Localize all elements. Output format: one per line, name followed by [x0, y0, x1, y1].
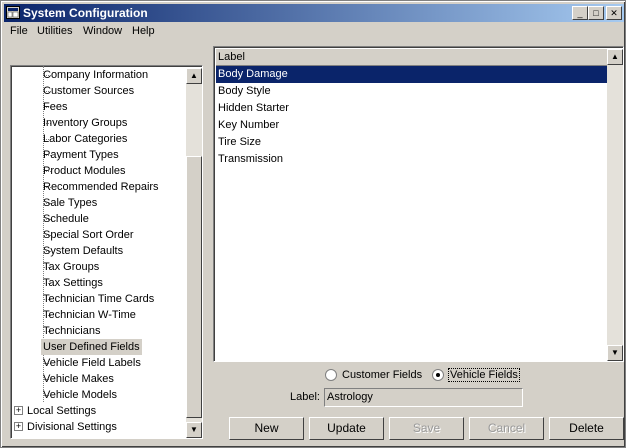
tree-item[interactable]: Labor Categories — [41, 131, 129, 147]
label-caption: Label: — [290, 391, 320, 403]
list-row[interactable]: Tire Size — [216, 134, 607, 151]
cancel-button[interactable]: Cancel — [469, 417, 544, 440]
customer-fields-radio[interactable] — [325, 369, 337, 381]
tree-item[interactable]: Technician W-Time — [41, 307, 138, 323]
menu-utilities[interactable]: Utilities — [37, 25, 72, 37]
new-button[interactable]: New — [229, 417, 304, 440]
delete-button[interactable]: Delete — [549, 417, 624, 440]
list-scrollbar[interactable]: ▲ ▼ — [607, 49, 623, 361]
scroll-up-icon[interactable]: ▲ — [186, 68, 202, 84]
scroll-down-icon[interactable]: ▼ — [607, 345, 623, 361]
tree-item[interactable]: User Defined Fields — [41, 339, 142, 355]
tree-item[interactable]: Payment Types — [41, 147, 121, 163]
minimize-button[interactable]: _ — [572, 6, 588, 20]
expand-icon[interactable]: + — [14, 406, 23, 415]
tree-root-item[interactable]: Divisional Settings — [27, 419, 117, 435]
menu-window[interactable]: Window — [83, 25, 122, 37]
column-header-label[interactable]: Label — [216, 49, 607, 66]
list-row[interactable]: Transmission — [216, 151, 607, 168]
window-title: System Configuration — [23, 6, 148, 20]
vehicle-fields-label[interactable]: Vehicle Fields — [448, 368, 520, 382]
close-button[interactable]: ✕ — [606, 6, 622, 20]
tree-item[interactable]: Vehicle Field Labels — [41, 355, 143, 371]
tree-item[interactable]: Technicians — [41, 323, 102, 339]
menu-file[interactable]: File — [10, 25, 28, 37]
tree-item[interactable]: Schedule — [41, 211, 91, 227]
vehicle-fields-radio[interactable] — [432, 369, 444, 381]
tree-item[interactable]: Special Sort Order — [41, 227, 135, 243]
tree-root-item[interactable]: Local Settings — [27, 403, 96, 419]
scroll-thumb[interactable] — [186, 156, 202, 418]
tree-item[interactable]: Sale Types — [41, 195, 99, 211]
list-row[interactable]: Key Number — [216, 117, 607, 134]
list-row[interactable]: Hidden Starter — [216, 100, 607, 117]
app-icon — [6, 6, 20, 19]
tree-item[interactable]: Vehicle Models — [41, 387, 119, 403]
tree-item[interactable]: Product Modules — [41, 163, 128, 179]
tree-item[interactable]: Tax Groups — [41, 259, 101, 275]
settings-tree[interactable]: Company Information Customer Sources Fees I… — [10, 65, 203, 439]
radio-selected-dot — [436, 373, 440, 377]
tree-item[interactable]: System Defaults — [41, 243, 125, 259]
tree-item[interactable]: Tax Settings — [41, 275, 105, 291]
list-row[interactable]: Body Style — [216, 83, 607, 100]
scroll-down-icon[interactable]: ▼ — [186, 422, 202, 438]
tree-item[interactable]: Company Information — [41, 67, 150, 83]
tree-item[interactable]: Vehicle Makes — [41, 371, 116, 387]
tree-item[interactable]: Inventory Groups — [41, 115, 129, 131]
title-bar[interactable]: System Configuration _ □ ✕ — [4, 4, 624, 22]
menu-help[interactable]: Help — [132, 25, 155, 37]
scroll-up-icon[interactable]: ▲ — [607, 49, 623, 65]
tree-item[interactable]: Customer Sources — [41, 83, 136, 99]
tree-item[interactable]: Recommended Repairs — [41, 179, 161, 195]
label-list[interactable]: Label Body Damage Body Style Hidden Starte… — [213, 46, 624, 362]
expand-icon[interactable]: + — [14, 422, 23, 431]
customer-fields-label[interactable]: Customer Fields — [342, 369, 422, 381]
maximize-button[interactable]: □ — [588, 6, 604, 20]
tree-scrollbar[interactable]: ▲ ▼ — [186, 68, 202, 438]
label-field[interactable]: Astrology — [324, 388, 523, 407]
tree-item[interactable]: Technician Time Cards — [41, 291, 156, 307]
tree-item[interactable]: Fees — [41, 99, 69, 115]
app-window: System Configuration _ □ ✕ File Utilitie… — [0, 0, 626, 448]
update-button[interactable]: Update — [309, 417, 384, 440]
save-button[interactable]: Save — [389, 417, 464, 440]
list-row[interactable]: Body Damage — [216, 66, 607, 83]
